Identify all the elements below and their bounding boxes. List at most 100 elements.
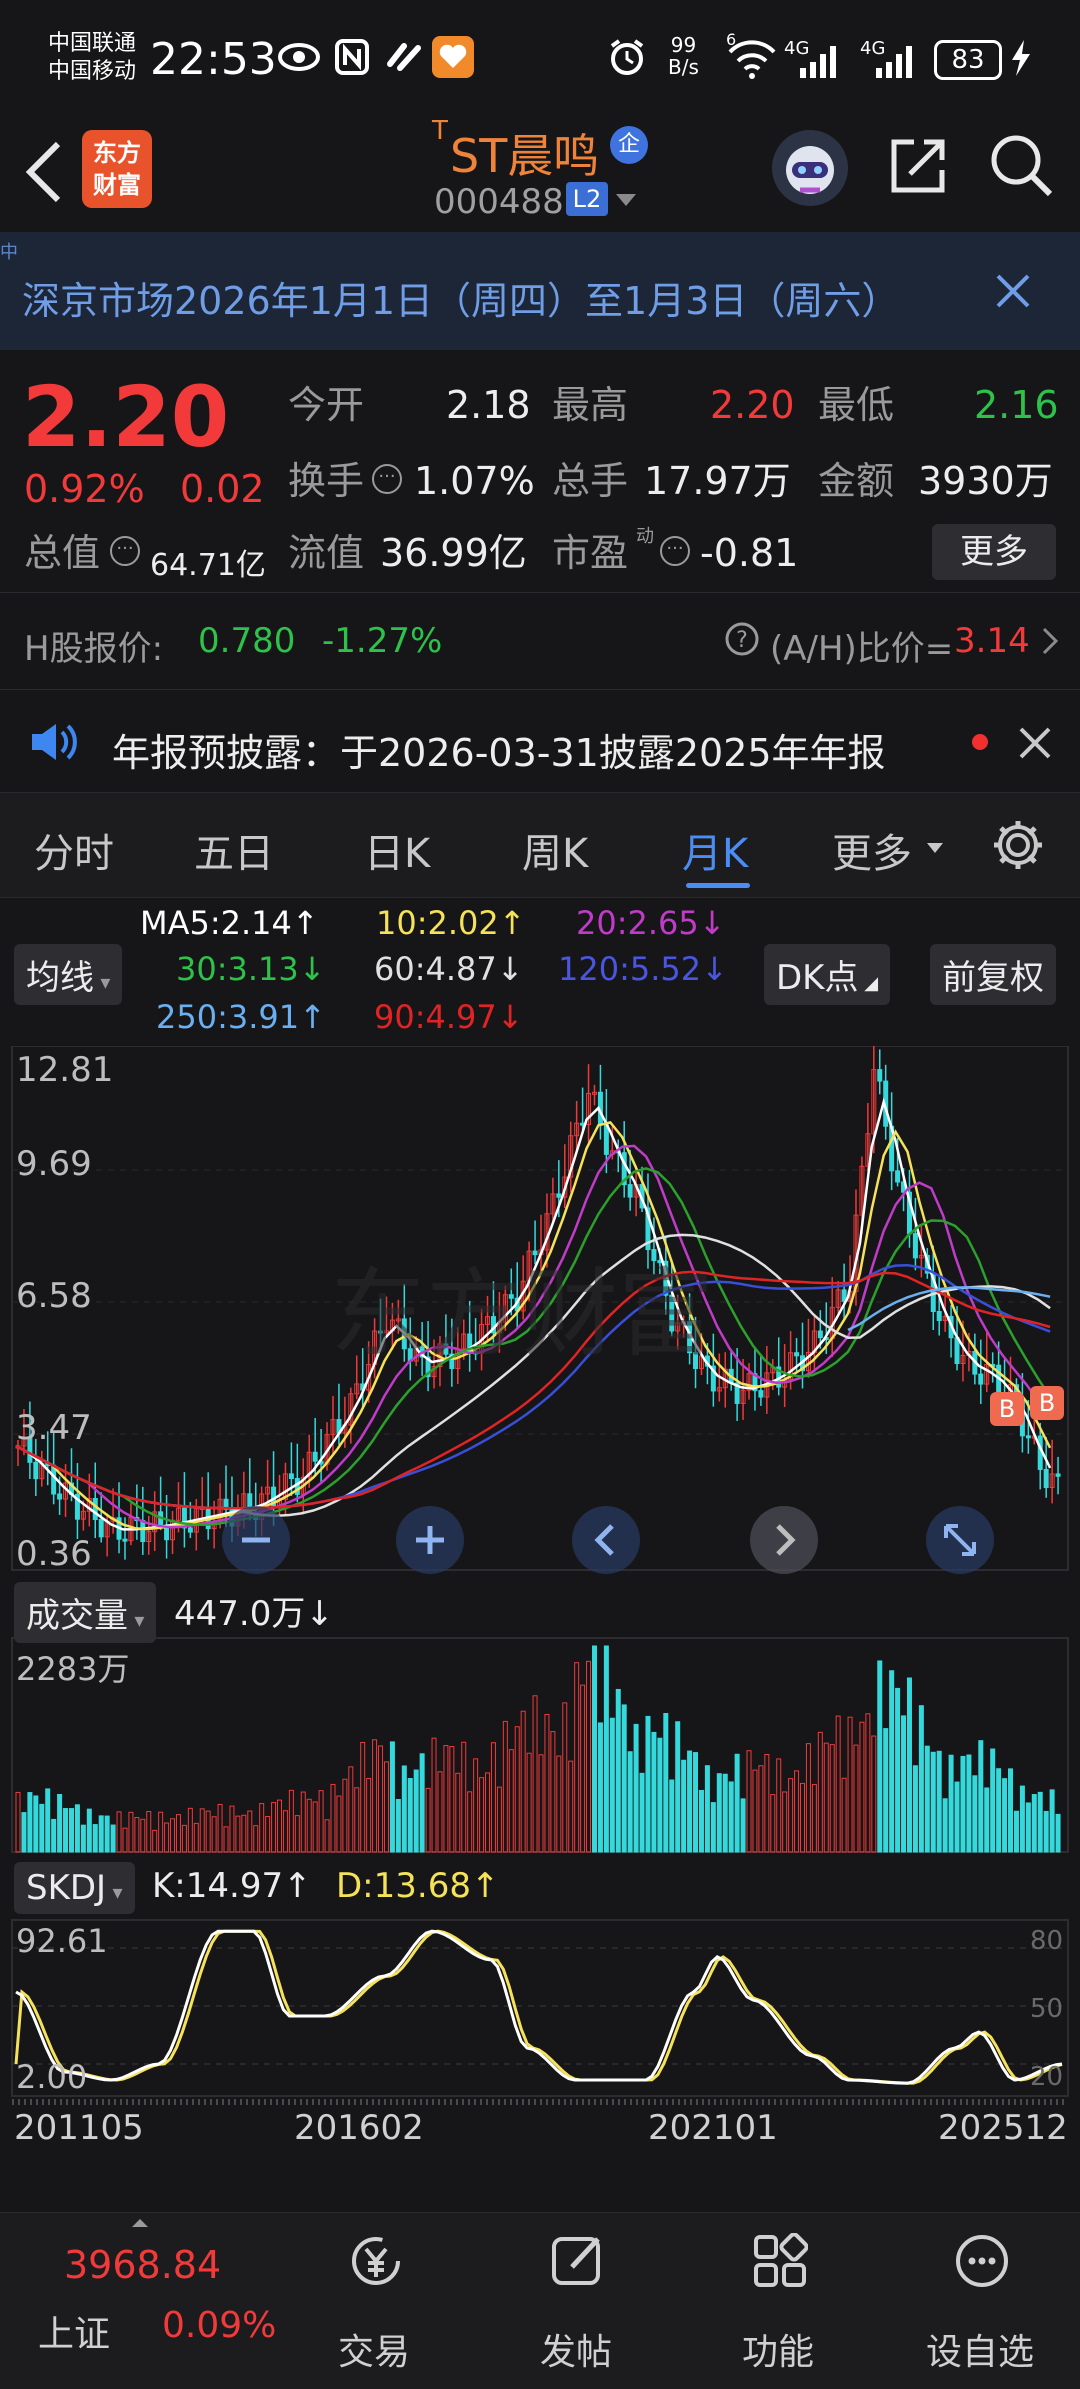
tab-monthly-k[interactable]: 月K xyxy=(682,821,748,879)
high-label: 最高 xyxy=(552,383,629,427)
price-adjust-button[interactable]: 前复权 xyxy=(930,944,1056,1005)
back-arrow-icon[interactable] xyxy=(22,138,66,206)
volume-bar xyxy=(853,1744,859,1853)
quote-panel: 2.20 0.92% 0.02 今开 2.18 最高 2.20 最低 2.16 … xyxy=(0,350,1080,590)
volume-bar xyxy=(1031,1794,1037,1853)
amount-value: 3930万 xyxy=(918,459,1053,503)
tab-intraday[interactable]: 分时 xyxy=(34,821,114,879)
info-dots-icon[interactable]: ··· xyxy=(660,536,690,566)
volume-bar xyxy=(1049,1789,1055,1853)
ma-selector[interactable]: 均线 ▾ xyxy=(14,944,123,1005)
indicator-selector[interactable]: SKDJ ▾ xyxy=(14,1862,135,1914)
volume-bar xyxy=(627,1751,633,1853)
volume-bar xyxy=(389,1741,395,1853)
buy-marker[interactable]: B xyxy=(1030,1386,1064,1420)
volume-bar xyxy=(580,1684,586,1853)
volume-bar xyxy=(728,1781,734,1853)
ma10-value: 10:2.02↑ xyxy=(376,904,526,942)
volume-bar xyxy=(996,1768,1002,1853)
turnover-value: 1.07% xyxy=(414,459,535,503)
h-share-row[interactable]: H股报价: 0.780 -1.27% ? (A/H)比价= 3.14 xyxy=(0,592,1080,690)
nav-trade[interactable]: 交易 xyxy=(304,2213,444,2389)
report-notice[interactable]: 年报预披露：于2026-03-31披露2025年年报 xyxy=(0,690,1080,790)
link-icon xyxy=(387,43,421,71)
ma120-value: 120:5.52↓ xyxy=(558,950,728,988)
stock-header: 东方 财富 T ST晨鸣 企 000488 L2 xyxy=(0,116,1080,232)
low-value: 2.16 xyxy=(974,383,1059,427)
tab-weekly-k[interactable]: 周K xyxy=(522,821,588,879)
stock-prefix: T xyxy=(432,116,448,146)
zoom-out-button[interactable] xyxy=(222,1506,290,1574)
volume-chart[interactable] xyxy=(0,1636,1080,1854)
volume-bar xyxy=(104,1815,110,1853)
search-icon[interactable] xyxy=(988,132,1056,200)
scroll-right-button[interactable] xyxy=(750,1506,818,1574)
volume-bar xyxy=(782,1791,788,1853)
index-ticker[interactable]: 3968.84 上证 0.09% xyxy=(0,2213,290,2389)
volume-bar xyxy=(253,1825,259,1853)
carrier-names: 中国联通 中国移动 xyxy=(48,30,136,86)
volume-bar xyxy=(758,1765,764,1853)
volume-selector[interactable]: 成交量 ▾ xyxy=(14,1582,157,1643)
enterprise-badge: 企 xyxy=(610,126,648,164)
volume-bar xyxy=(86,1808,92,1853)
info-dots-icon[interactable]: ··· xyxy=(110,536,140,566)
kline-chart[interactable]: 东方财富 12.81 9.69 6.58 3.47 0.36 B B xyxy=(0,1034,1080,1576)
volume-bar xyxy=(811,1784,817,1853)
volume-label: 总手 xyxy=(552,459,629,503)
nav-post[interactable]: 发帖 xyxy=(506,2213,646,2389)
volume-bar xyxy=(960,1755,966,1853)
close-icon[interactable] xyxy=(1018,726,1052,760)
info-dots-icon[interactable]: ··· xyxy=(372,464,402,494)
volume-bar xyxy=(199,1808,205,1853)
volume-bar xyxy=(336,1795,342,1853)
level2-badge[interactable]: L2 xyxy=(566,182,608,216)
chevron-down-icon[interactable] xyxy=(926,841,944,855)
active-tab-indicator xyxy=(686,883,750,888)
share-icon[interactable] xyxy=(886,134,950,198)
ma30-value: 30:3.13↓ xyxy=(176,950,326,988)
assistant-avatar-icon[interactable] xyxy=(772,130,848,206)
watermark-logo: 东方财富 xyxy=(330,1258,714,1370)
tab-more[interactable]: 更多 xyxy=(832,821,912,879)
volume-bar xyxy=(51,1818,57,1853)
more-button[interactable]: 更多 xyxy=(932,524,1056,580)
volume-bar xyxy=(496,1786,502,1853)
tab-daily-k[interactable]: 日K xyxy=(364,821,430,879)
volume-bar xyxy=(21,1812,27,1853)
volume-bar xyxy=(586,1660,592,1853)
chevron-down-icon[interactable] xyxy=(614,190,638,210)
volume-bar xyxy=(455,1772,461,1853)
app-logo[interactable]: 东方 财富 xyxy=(82,130,152,208)
volume-bar xyxy=(80,1824,86,1853)
volume-bar xyxy=(140,1818,146,1853)
volume-bar xyxy=(1002,1778,1008,1853)
skdj-bottom-label: 2.00 xyxy=(16,2058,88,2096)
gear-icon[interactable] xyxy=(990,817,1046,873)
buy-marker[interactable]: B xyxy=(990,1392,1024,1426)
stock-name[interactable]: ST晨鸣 xyxy=(450,120,599,186)
help-icon[interactable]: ? xyxy=(724,621,760,657)
nav-functions[interactable]: 功能 xyxy=(708,2213,848,2389)
candle-body xyxy=(556,1193,562,1198)
skdj-chart[interactable] xyxy=(0,1918,1080,2098)
volume-bar xyxy=(871,1735,877,1853)
volume-bar xyxy=(205,1810,211,1853)
close-icon[interactable] xyxy=(994,272,1032,310)
tab-five-day[interactable]: 五日 xyxy=(194,821,274,879)
candle-body xyxy=(877,1069,883,1082)
chevron-right-icon[interactable] xyxy=(1040,627,1060,655)
candle-body xyxy=(758,1390,764,1398)
candle-body xyxy=(1025,1435,1031,1439)
volume-bar xyxy=(45,1788,51,1853)
volume-bar xyxy=(574,1662,580,1853)
fullscreen-button[interactable] xyxy=(926,1506,994,1574)
holiday-banner: 中 深京市场2026年1月1日（周四）至1月3日（周六） xyxy=(0,232,1080,350)
volume-bar xyxy=(181,1824,187,1853)
zoom-in-button[interactable] xyxy=(396,1506,464,1574)
svg-text:?: ? xyxy=(736,628,748,653)
nav-watchlist[interactable]: 设自选 xyxy=(910,2213,1050,2389)
scroll-left-button[interactable] xyxy=(572,1506,640,1574)
dk-point-button[interactable]: DK点 ◢ xyxy=(764,944,891,1005)
volume-bar xyxy=(895,1687,901,1853)
